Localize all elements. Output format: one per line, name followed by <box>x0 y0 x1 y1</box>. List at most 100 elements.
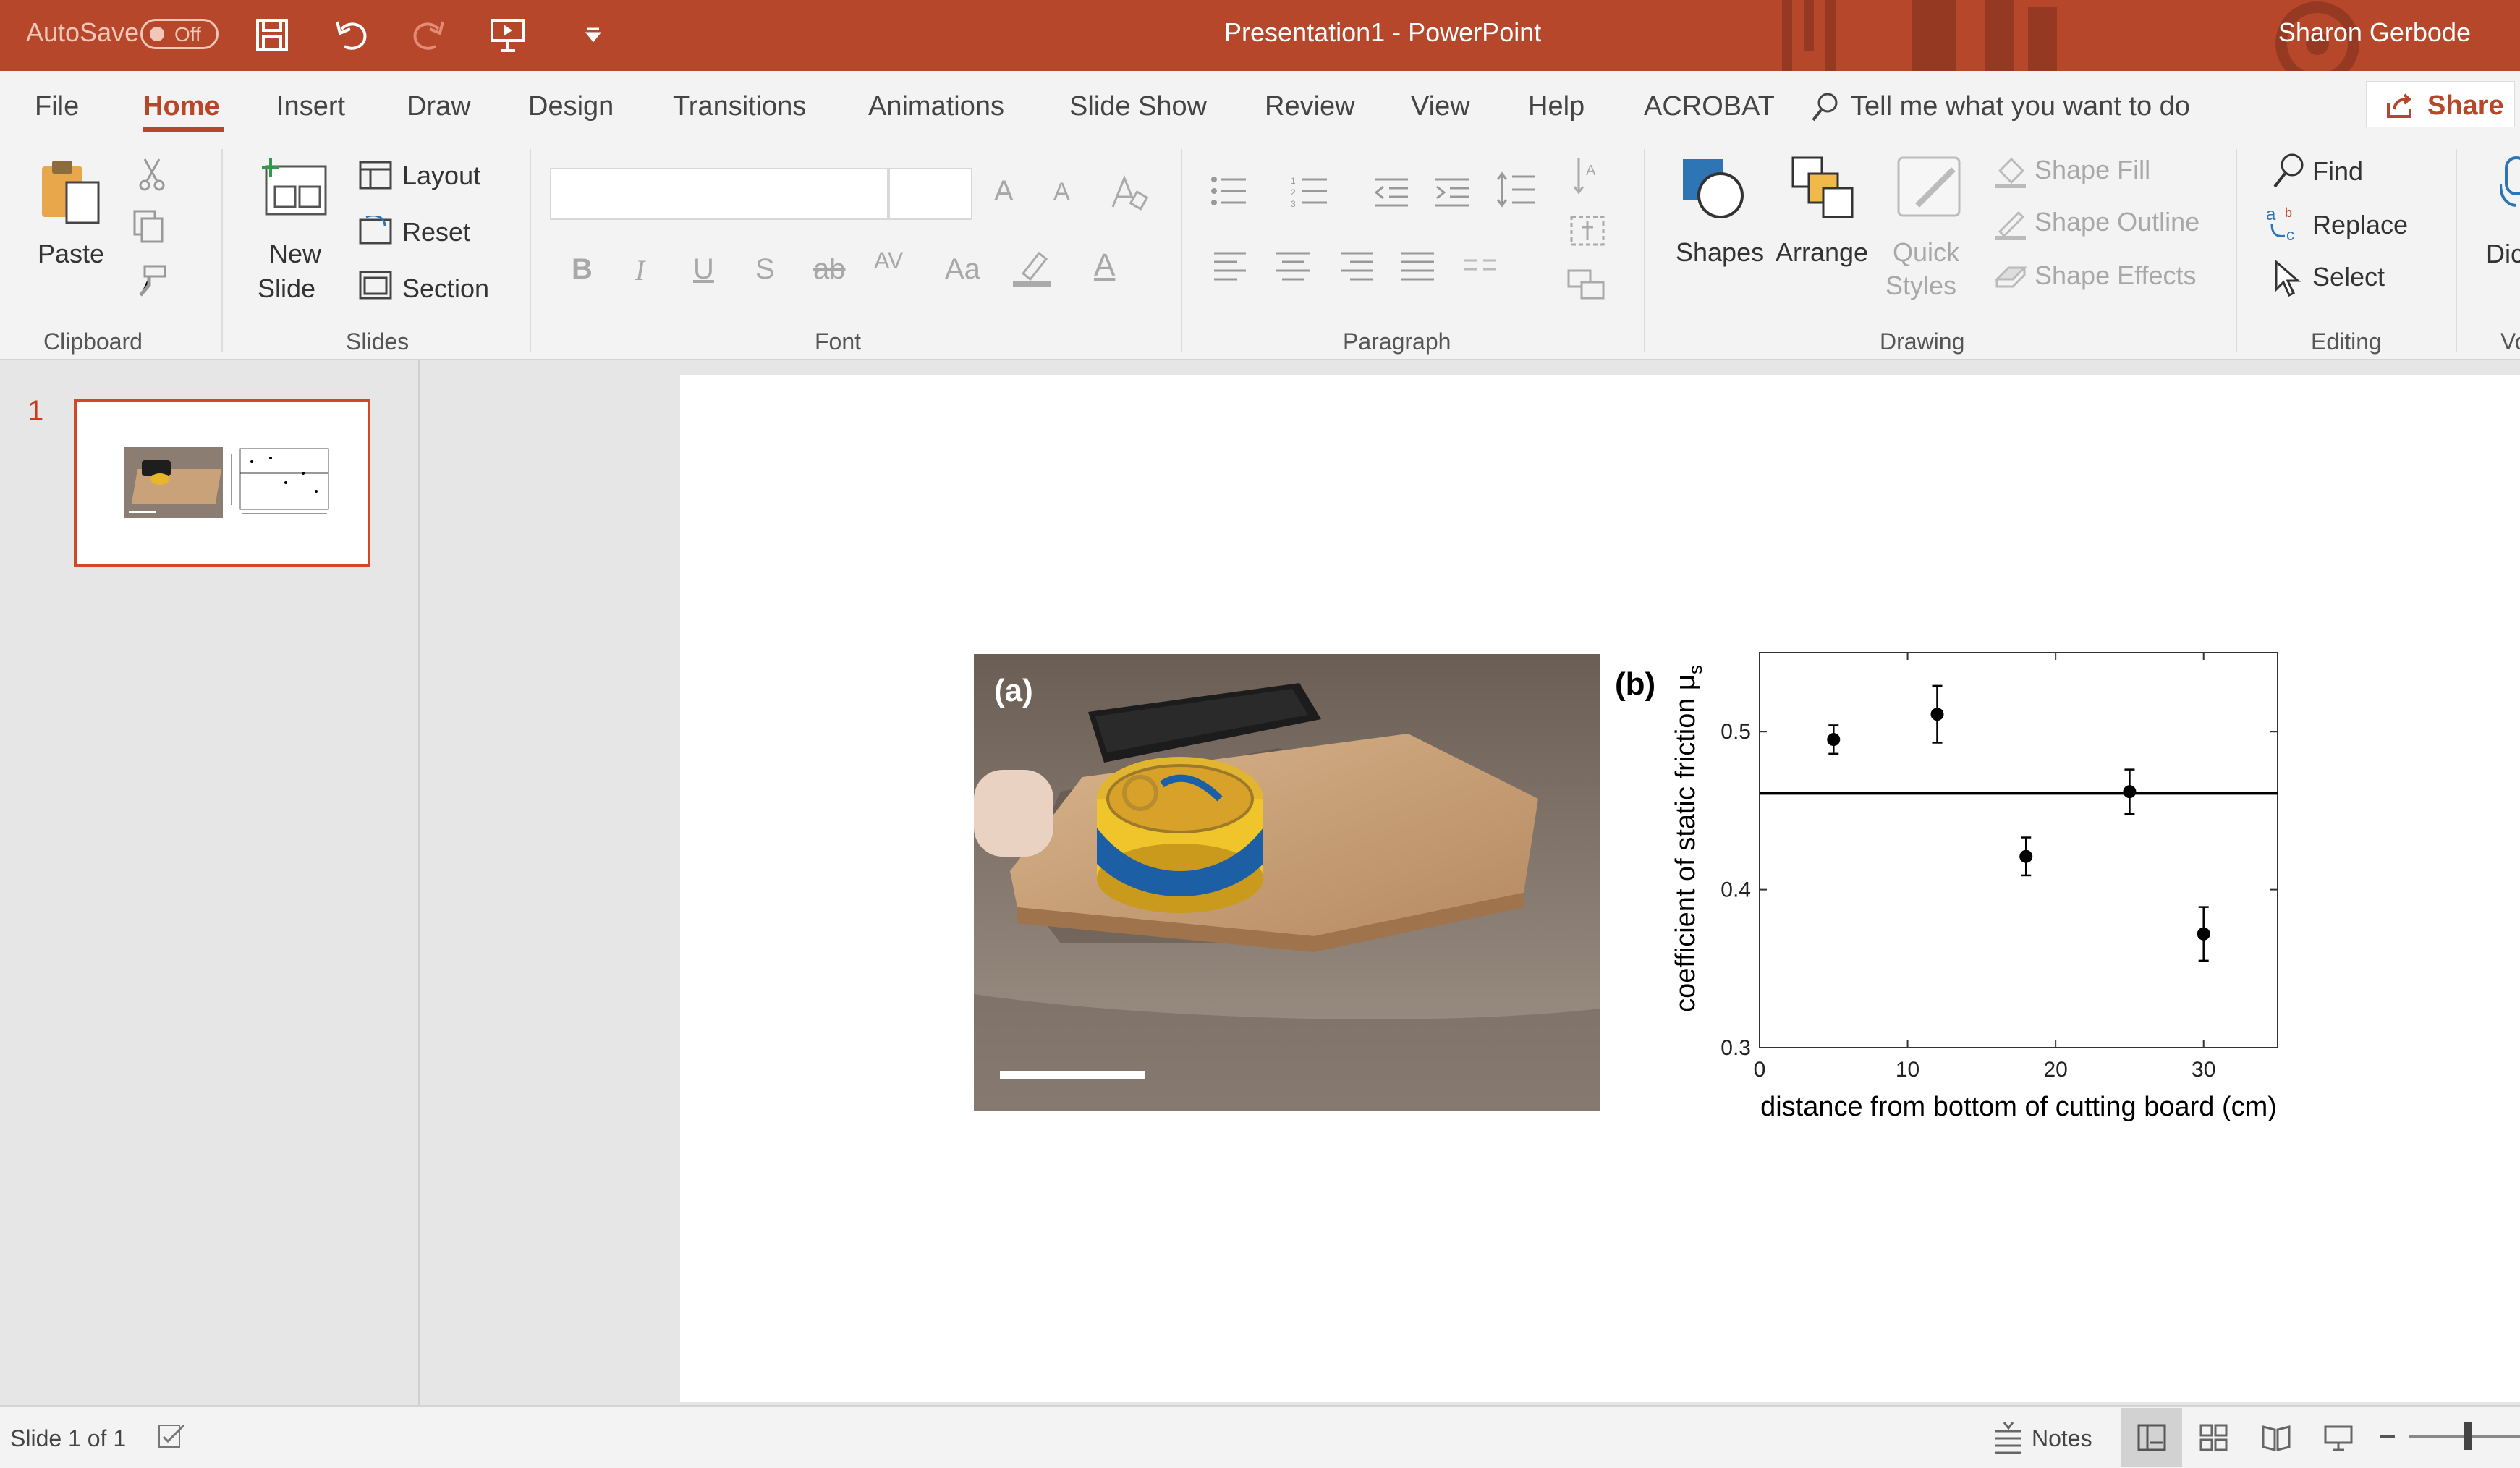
find-icon[interactable] <box>2272 152 2307 192</box>
tab-design[interactable]: Design <box>528 91 614 122</box>
reset-button[interactable]: Reset <box>402 217 470 247</box>
columns-icon[interactable] <box>1463 253 1499 282</box>
shape-outline-icon[interactable] <box>1994 207 2027 240</box>
clear-formatting-icon[interactable] <box>1108 172 1149 213</box>
slide-show-icon[interactable] <box>2324 1424 2353 1451</box>
align-left-icon[interactable] <box>1213 250 1249 282</box>
quick-styles-label-2[interactable]: Styles <box>1885 271 1956 301</box>
section-icon[interactable] <box>359 271 392 300</box>
tuna-can-photo[interactable]: (a) <box>974 654 1600 1111</box>
font-size-field[interactable] <box>888 168 972 220</box>
zoom-slider-thumb[interactable] <box>2464 1422 2472 1450</box>
tab-slide-show[interactable]: Slide Show <box>1069 91 1207 122</box>
tab-draw[interactable]: Draw <box>407 91 471 122</box>
paste-icon[interactable] <box>38 156 107 229</box>
underline-button[interactable]: U <box>693 253 714 286</box>
find-button[interactable]: Find <box>2312 156 2363 187</box>
bullets-icon[interactable] <box>1210 175 1250 208</box>
layout-button[interactable]: Layout <box>402 161 480 191</box>
search-icon <box>1812 93 1838 122</box>
undo-icon[interactable] <box>330 13 373 56</box>
select-button[interactable]: Select <box>2312 262 2385 292</box>
shapes-label[interactable]: Shapes <box>1676 237 1764 268</box>
format-painter-icon[interactable] <box>135 263 171 300</box>
tab-home[interactable]: Home <box>143 91 220 122</box>
arrange-icon[interactable] <box>1790 155 1855 220</box>
normal-view-button[interactable] <box>2121 1408 2182 1467</box>
change-case-button[interactable]: Aa <box>945 253 980 286</box>
bold-button[interactable]: B <box>572 253 593 286</box>
new-slide-label-1[interactable]: New <box>269 239 321 269</box>
notes-button[interactable]: Notes <box>2032 1425 2092 1452</box>
shape-effects-icon[interactable] <box>1994 260 2027 294</box>
line-spacing-icon[interactable] <box>1496 169 1537 210</box>
group-label-drawing: Drawing <box>1880 328 1965 355</box>
dictate-label[interactable]: Dic <box>2486 239 2520 269</box>
font-color-button[interactable]: A <box>1094 247 1115 284</box>
text-direction-icon[interactable]: A <box>1571 155 1605 198</box>
new-slide-label-2[interactable]: Slide <box>258 273 315 304</box>
plot-frame <box>1759 652 2278 1048</box>
dictate-icon[interactable] <box>2500 155 2520 213</box>
share-label: Share <box>2427 90 2504 121</box>
layout-icon[interactable] <box>359 161 392 190</box>
shapes-icon[interactable] <box>1680 155 1747 221</box>
justify-icon[interactable] <box>1399 250 1435 282</box>
data-point <box>1827 733 1841 747</box>
smartart-icon[interactable] <box>1567 266 1608 302</box>
character-spacing-button[interactable]: AV <box>874 247 903 274</box>
present-from-start-icon[interactable] <box>486 13 530 56</box>
tab-insert[interactable]: Insert <box>276 91 345 122</box>
slide-thumbnail[interactable] <box>74 399 370 567</box>
numbering-icon[interactable]: 1 2 3 <box>1291 175 1331 208</box>
replace-icon[interactable]: a b c <box>2265 203 2305 246</box>
highlight-icon[interactable] <box>1013 247 1053 288</box>
new-slide-icon[interactable] <box>258 156 330 218</box>
share-button[interactable]: Share <box>2366 81 2515 127</box>
arrange-label[interactable]: Arrange <box>1776 237 1868 268</box>
tab-acrobat[interactable]: ACROBAT <box>1644 91 1775 122</box>
reading-view-icon[interactable] <box>2262 1424 2291 1451</box>
tab-file[interactable]: File <box>35 91 79 122</box>
autosave-toggle[interactable]: Off <box>140 19 219 49</box>
quick-styles-label-1[interactable]: Quick <box>1893 237 1959 268</box>
shape-outline-button[interactable]: Shape Outline <box>2035 207 2199 237</box>
replace-button[interactable]: Replace <box>2312 210 2408 240</box>
tab-animations[interactable]: Animations <box>868 91 1004 122</box>
decrease-indent-icon[interactable] <box>1373 175 1409 208</box>
notes-icon[interactable] <box>1993 1421 2024 1454</box>
section-button[interactable]: Section <box>402 273 489 304</box>
zoom-out-button[interactable] <box>2380 1435 2395 1438</box>
tell-me-search[interactable]: Tell me what you want to do <box>1851 91 2190 122</box>
strikethrough-button[interactable]: ab <box>813 253 846 286</box>
user-name[interactable]: Sharon Gerbode <box>2278 17 2471 48</box>
align-text-icon[interactable] <box>1567 213 1608 249</box>
friction-chart[interactable]: (b) 0 10 20 30 0.3 0.4 0.5 distance from bottom… <box>1606 637 2301 1129</box>
redo-icon[interactable] <box>407 13 450 56</box>
shape-effects-button[interactable]: Shape Effects <box>2035 260 2197 291</box>
shape-fill-button[interactable]: Shape Fill <box>2035 155 2150 185</box>
shrink-font-button[interactable]: A <box>1053 178 1070 206</box>
font-family-field[interactable] <box>550 168 888 220</box>
slide-sorter-icon[interactable] <box>2199 1424 2228 1451</box>
customize-toolbar-icon[interactable] <box>572 13 615 56</box>
shape-fill-icon[interactable] <box>1994 155 2027 188</box>
tab-transitions[interactable]: Transitions <box>673 91 806 122</box>
reset-icon[interactable] <box>359 216 392 245</box>
align-right-icon[interactable] <box>1339 250 1375 282</box>
increase-indent-icon[interactable] <box>1434 175 1470 208</box>
italic-button[interactable]: I <box>635 253 645 287</box>
accessibility-check-icon[interactable] <box>158 1424 187 1450</box>
tab-review[interactable]: Review <box>1265 91 1355 122</box>
tab-help[interactable]: Help <box>1528 91 1584 122</box>
paste-label[interactable]: Paste <box>38 239 104 269</box>
save-icon[interactable] <box>250 13 294 56</box>
cut-icon[interactable] <box>136 156 168 192</box>
quick-styles-icon[interactable] <box>1896 155 1965 220</box>
shadow-button[interactable]: S <box>755 253 775 286</box>
align-center-icon[interactable] <box>1275 250 1311 282</box>
grow-font-button[interactable]: A <box>994 175 1014 208</box>
select-cursor-icon[interactable] <box>2273 259 2302 298</box>
tab-view[interactable]: View <box>1411 91 1470 122</box>
copy-icon[interactable] <box>130 208 174 245</box>
